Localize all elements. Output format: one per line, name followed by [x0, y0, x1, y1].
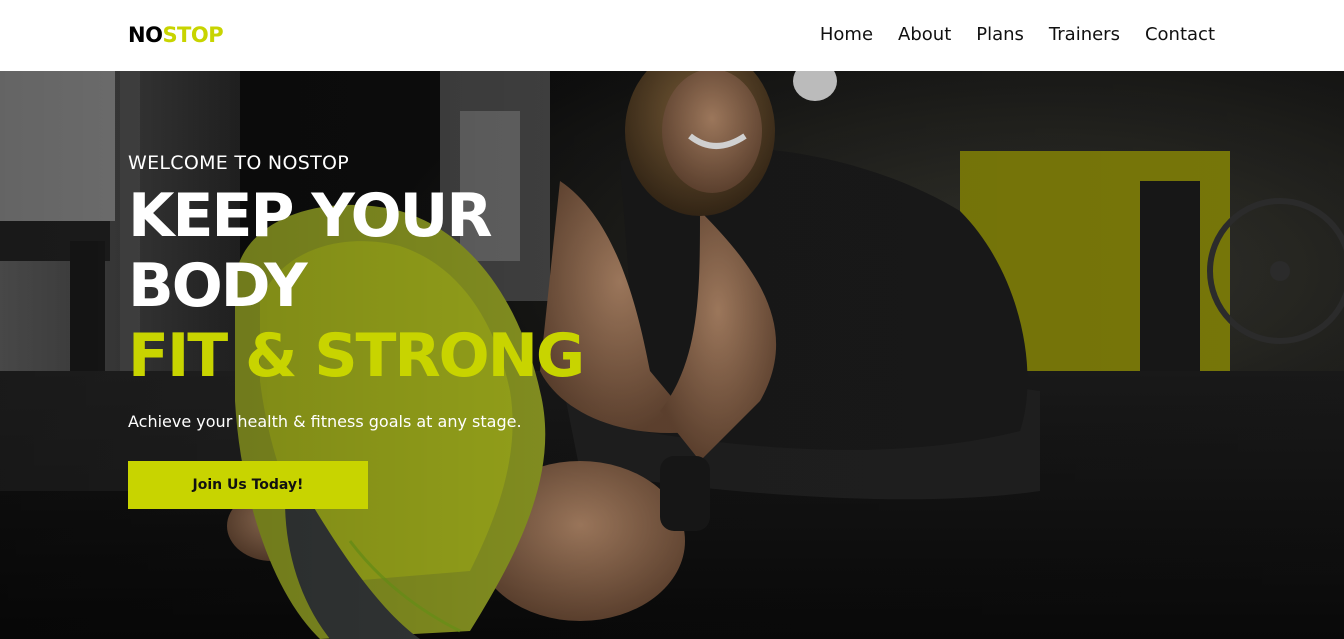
hero-content: WELCOME TO NOSTOP KEEP YOUR BODY FIT & S…	[128, 151, 688, 509]
hero-section: WELCOME TO NOSTOP KEEP YOUR BODY FIT & S…	[0, 71, 1344, 639]
headline-line-3: FIT & STRONG	[128, 321, 585, 391]
navbar: NOSTOP Home About Plans Trainers Contact	[0, 0, 1344, 71]
logo-primary-text: NO	[128, 23, 163, 47]
headline-line-2: BODY	[128, 251, 308, 321]
join-us-button[interactable]: Join Us Today!	[128, 461, 368, 509]
brand-logo[interactable]: NOSTOP	[128, 22, 224, 48]
hero-headline: KEEP YOUR BODY FIT & STRONG	[128, 181, 688, 391]
nav-link-trainers[interactable]: Trainers	[1049, 22, 1120, 48]
hero-eyebrow: WELCOME TO NOSTOP	[128, 152, 349, 174]
headline-line-1: KEEP YOUR	[128, 181, 493, 251]
nav-link-about[interactable]: About	[898, 22, 951, 48]
nav-link-home[interactable]: Home	[820, 22, 873, 48]
main-nav: Home About Plans Trainers Contact	[820, 22, 1215, 48]
hero-subtitle: Achieve your health & fitness goals at a…	[128, 412, 522, 431]
nav-link-plans[interactable]: Plans	[976, 22, 1024, 48]
nav-link-contact[interactable]: Contact	[1145, 22, 1215, 48]
logo-accent-text: STOP	[162, 23, 224, 47]
